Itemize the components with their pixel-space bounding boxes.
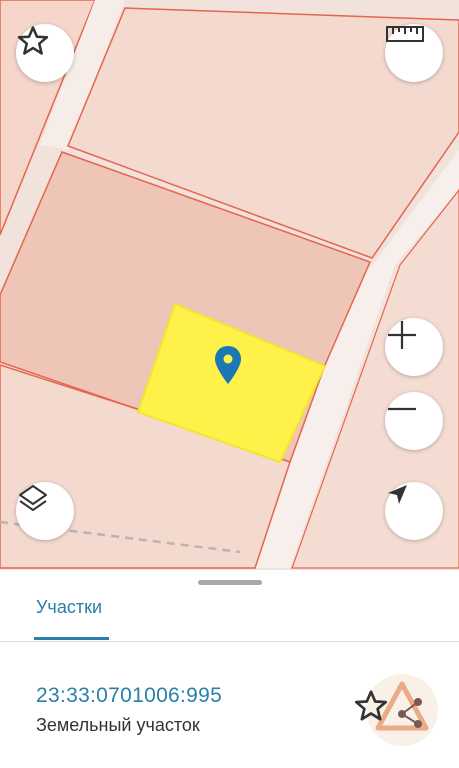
drag-handle[interactable] (198, 580, 262, 585)
zoom-out-button[interactable] (385, 392, 443, 450)
cadastral-number[interactable]: 23:33:0701006:995 (36, 684, 222, 708)
divider (0, 641, 459, 642)
parcel-type: Земельный участок (36, 715, 200, 735)
navigation-arrow-icon (388, 485, 407, 504)
tab-indicator (34, 637, 109, 640)
favorite-button[interactable] (16, 24, 74, 82)
minus-icon (388, 407, 416, 411)
layers-icon (19, 485, 47, 511)
bottom-sheet: Участки 23:33:0701006:995 Земельный учас… (0, 570, 459, 768)
zoom-in-button[interactable] (385, 318, 443, 376)
map-view[interactable] (0, 0, 459, 570)
ruler-button[interactable] (385, 24, 443, 82)
locate-button[interactable] (385, 482, 443, 540)
ruler-icon (386, 26, 424, 42)
star-outline-icon (354, 690, 388, 721)
favorite-parcel-button[interactable] (353, 688, 389, 729)
plus-icon (388, 321, 416, 349)
layers-button[interactable] (16, 482, 74, 540)
star-outline-icon (17, 26, 49, 55)
tab-parcels[interactable]: Участки (36, 597, 102, 618)
